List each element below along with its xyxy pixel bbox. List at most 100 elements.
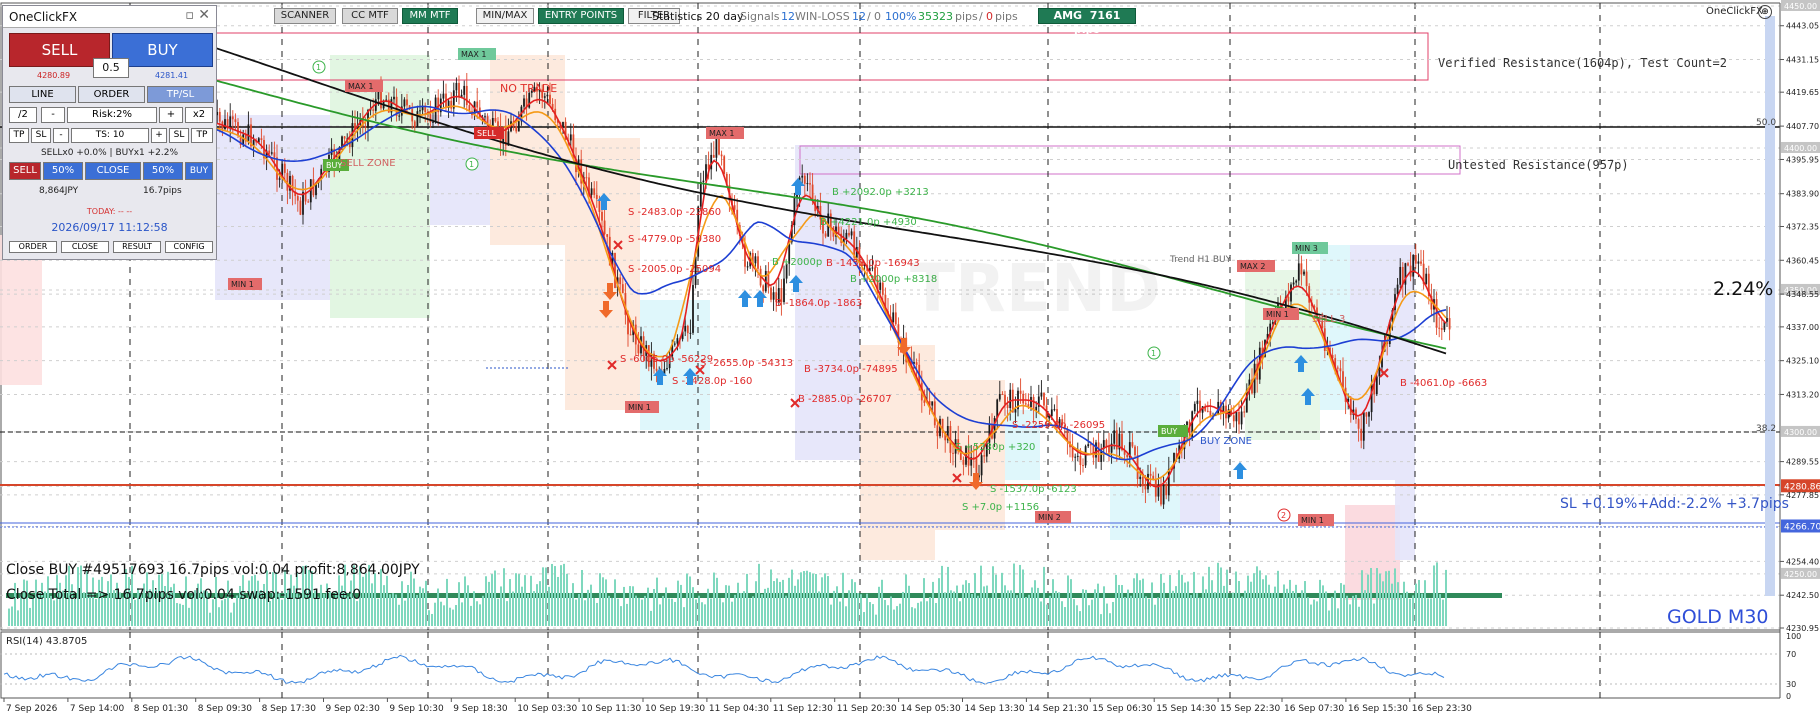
price-tick-18: 4277.85 — [1786, 491, 1819, 500]
risk-plus-button[interactable]: + — [159, 107, 183, 123]
lot-half-button[interactable]: /2 — [9, 107, 37, 123]
lot-size-input[interactable]: 0.5 — [93, 58, 129, 78]
fib-382-label: 38.2 — [1756, 424, 1777, 434]
tp-right-button[interactable]: TP — [191, 128, 213, 143]
signal-s8: S +5330p +320 — [955, 442, 1035, 453]
price-tick-9: 4360.45 — [1786, 256, 1819, 265]
step-circle-number-3: 2 — [1281, 511, 1286, 520]
signal-sell_label2: SELL 3 — [1312, 314, 1345, 325]
close-50-a-button[interactable]: 50% — [43, 162, 83, 180]
price-tick-20: 4254.40 — [1786, 557, 1819, 566]
scanner-button[interactable]: SCANNER — [274, 8, 336, 24]
order-button[interactable]: ORDER — [9, 241, 57, 253]
sl-right-button[interactable]: SL — [169, 128, 189, 143]
config-button[interactable]: CONFIG — [165, 241, 213, 253]
time-tick-19: 15 Sep 22:30 — [1220, 704, 1280, 714]
price-tick-1: 4443.05 — [1786, 22, 1819, 31]
panel-datetime: 2026/09/17 11:12:58 — [51, 221, 168, 234]
win-value: 12 — [852, 10, 866, 23]
step-circle-number-2: 1 — [1151, 349, 1156, 358]
tag-max-1-a: MAX 1 — [348, 82, 374, 91]
time-tick-6: 9 Sep 10:30 — [389, 704, 444, 714]
signal-b4: B +2092.0p +3213 — [832, 187, 929, 198]
signal-b3: B -1864.0p -1863 — [775, 298, 862, 309]
zone-box-1 — [215, 115, 330, 300]
zone-box-12 — [1180, 440, 1220, 525]
tab-order[interactable]: ORDER — [78, 86, 145, 103]
min-max-button[interactable]: MIN/MAX — [476, 8, 534, 24]
close-sell-button[interactable]: SELL — [9, 162, 41, 180]
close-info-line-2: Close Total => 16.7pips vol:0.04 swap:-1… — [6, 587, 362, 603]
panel-title-bar[interactable]: OneClickFX ▫ ✕ — [3, 6, 216, 28]
pips-word: pips — [955, 10, 978, 23]
price-tick-5: 4400.00 — [1784, 144, 1817, 153]
result-button[interactable]: RESULT — [113, 241, 161, 253]
price-tick-11: 4348.55 — [1786, 290, 1819, 299]
signal-b5: B +4221.0p +4930 — [820, 217, 917, 228]
signal-b6: B +2000p — [772, 257, 822, 268]
time-tick-4: 8 Sep 17:30 — [262, 704, 317, 714]
time-tick-21: 16 Sep 15:30 — [1348, 704, 1408, 714]
signal-b2: B -2885.0p -26707 — [798, 394, 892, 405]
tag-buy-b: BUY — [1161, 427, 1177, 436]
info-icon[interactable]: ⊕ — [1758, 5, 1772, 19]
sl-left-button[interactable]: SL — [31, 128, 51, 143]
trailing-stop-field[interactable]: TS: 10 — [71, 128, 149, 143]
risk-field[interactable]: Risk:2% — [67, 107, 157, 123]
sl-price-label: 4266.70 — [1784, 522, 1820, 532]
price-tick-3: 4419.65 — [1786, 88, 1819, 97]
signal-b9: B -4061.0p -6663 — [1400, 378, 1487, 389]
percent-label: 2.24% — [1713, 278, 1774, 300]
sell-price: 4280.89 — [37, 71, 71, 80]
ts-minus-button[interactable]: - — [53, 128, 69, 143]
cc-mtf-button[interactable]: CC MTF — [342, 8, 398, 24]
step-circle-number-1: 1 — [469, 160, 474, 169]
price-tick-21: 4250.00 — [1784, 570, 1817, 579]
price-tick-6: 4395.95 — [1786, 155, 1819, 164]
close-all-button[interactable]: CLOSE — [85, 162, 141, 180]
close-buy-button[interactable]: BUY — [185, 162, 213, 180]
tag-sell: SELL — [477, 129, 497, 138]
tab-tp-sl[interactable]: TP/SL — [147, 86, 214, 103]
rsi-tick-2: 30 — [1786, 680, 1796, 689]
lot-double-button[interactable]: x2 — [185, 107, 213, 123]
price-tick-14: 4313.20 — [1786, 390, 1819, 399]
close-icon[interactable]: ✕ — [198, 7, 210, 23]
price-tick-2: 4431.15 — [1786, 56, 1819, 65]
ts-plus-button[interactable]: + — [151, 128, 167, 143]
time-tick-12: 11 Sep 12:30 — [773, 704, 833, 714]
pips-negative: 0 — [986, 10, 993, 23]
time-tick-15: 14 Sep 13:30 — [965, 704, 1025, 714]
signal-buy_zone: BUY ZONE — [1200, 436, 1252, 447]
risk-minus-button[interactable]: - — [41, 107, 65, 123]
tag-min-1-b: MIN 1 — [628, 403, 651, 412]
fib-500-label: 50.0 — [1756, 118, 1777, 128]
entry-points-button[interactable]: ENTRY POINTS — [538, 8, 624, 24]
mm-mtf-button[interactable]: MM MTF — [402, 8, 458, 24]
time-tick-22: 16 Sep 23:30 — [1412, 704, 1472, 714]
rsi-tick-3: 0 — [1786, 692, 1791, 701]
signal-s2: S -4779.0p -50380 — [628, 234, 721, 245]
trend-watermark: TREND — [910, 250, 1161, 327]
close-50-b-button[interactable]: 50% — [143, 162, 183, 180]
statistics-label: Statistics 20 day — [652, 10, 744, 23]
minimize-icon[interactable]: ▫ — [185, 8, 194, 23]
price-tick-7: 4383.90 — [1786, 190, 1819, 199]
time-tick-20: 16 Sep 07:30 — [1284, 704, 1344, 714]
time-tick-13: 11 Sep 20:30 — [837, 704, 897, 714]
signals-value: 12 — [781, 10, 795, 23]
close-button[interactable]: CLOSE — [61, 241, 109, 253]
signal-sell_zone: SELL ZONE — [340, 158, 396, 169]
tag-max-1-c: MAX 1 — [709, 129, 735, 138]
signal-s10: S -2259.0p -26095 — [1012, 420, 1105, 431]
signal-s6: S -2655.0p -54313 — [700, 358, 793, 369]
tab-line[interactable]: LINE — [9, 86, 76, 103]
amg-badge: AMG 7161 pips — [1038, 8, 1136, 36]
tp-left-button[interactable]: TP — [9, 128, 29, 143]
rsi-label: RSI(14) 43.8705 — [6, 636, 88, 647]
tag-max-2: MAX 2 — [1240, 262, 1266, 271]
price-chart[interactable]: 4450.00 4443.05 4431.15 4419.65 4407.70 4400.… — [0, 0, 1820, 720]
loss-value: 0 — [874, 10, 881, 23]
one-click-trade-panel[interactable]: OneClickFX ▫ ✕ SELL BUY 0.5 4280.89 4281… — [2, 5, 217, 260]
signal-b1: B -3734.0p -74895 — [804, 364, 898, 375]
